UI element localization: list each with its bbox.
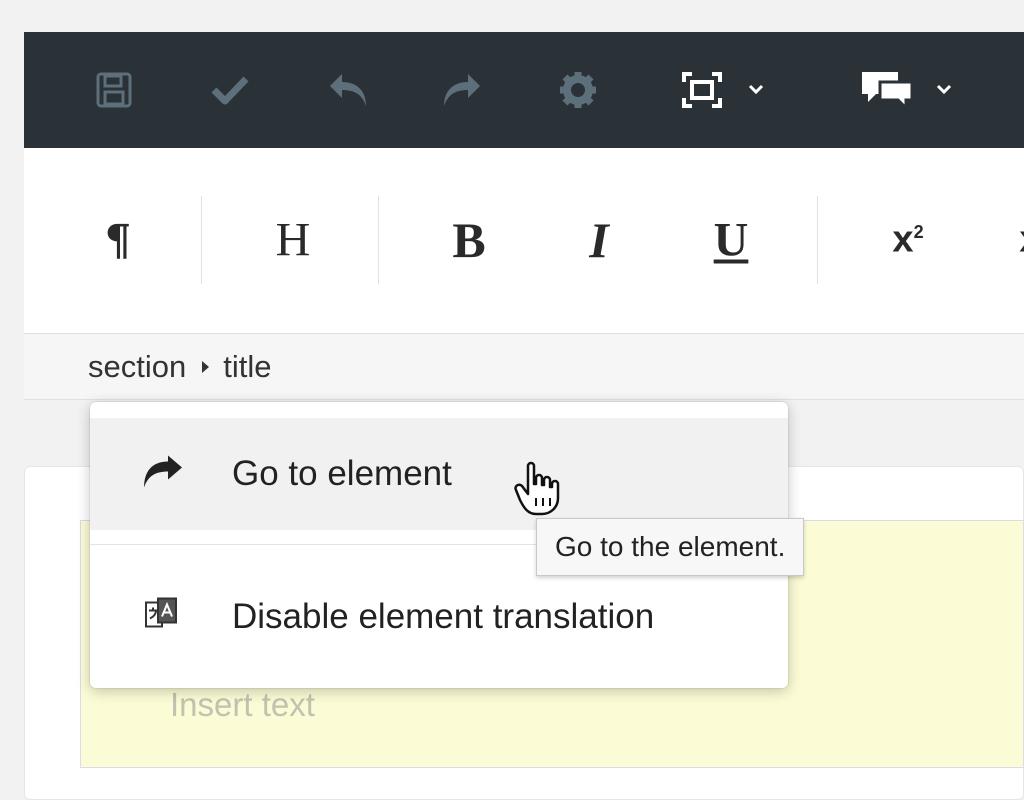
- subscript-button[interactable]: x: [1019, 219, 1024, 262]
- hand-cursor-icon: [514, 460, 566, 521]
- undo-icon[interactable]: [326, 70, 370, 110]
- save-icon[interactable]: [94, 70, 134, 110]
- translation-icon: [144, 597, 180, 638]
- goto-arrow-icon: [140, 454, 184, 495]
- toolbar-divider: [817, 196, 818, 284]
- breadcrumb-item-section[interactable]: section: [88, 349, 186, 385]
- bold-button[interactable]: B: [452, 211, 485, 269]
- fullscreen-icon[interactable]: [680, 70, 776, 110]
- gear-icon[interactable]: [558, 70, 598, 110]
- toolbar-divider: [378, 196, 379, 284]
- breadcrumb-item-title[interactable]: title: [223, 349, 271, 385]
- paragraph-button[interactable]: ¶: [105, 216, 132, 265]
- title-placeholder: Insert text: [170, 686, 315, 723]
- underline-button[interactable]: U: [714, 213, 749, 268]
- toolbar-divider: [201, 196, 202, 284]
- comments-icon[interactable]: [858, 68, 962, 112]
- format-toolbar: ¶ H B I U x2 x: [24, 148, 1024, 334]
- redo-icon[interactable]: [440, 70, 484, 110]
- superscript-exponent: 2: [913, 221, 924, 242]
- italic-button[interactable]: I: [589, 211, 608, 269]
- caret-right-icon: [202, 360, 210, 373]
- menu-item-label: Disable element translation: [232, 597, 655, 636]
- main-toolbar: [24, 32, 1024, 148]
- menu-item-label: Go to element: [232, 454, 452, 493]
- superscript-button[interactable]: x2: [892, 219, 923, 262]
- breadcrumb: section title: [24, 334, 1024, 400]
- menu-item-go-to-element[interactable]: Go to element: [90, 418, 788, 530]
- superscript-base: x: [892, 218, 914, 261]
- tooltip: Go to the element.: [536, 518, 805, 576]
- checkmark-icon[interactable]: [210, 72, 250, 108]
- heading-button[interactable]: H: [276, 213, 311, 268]
